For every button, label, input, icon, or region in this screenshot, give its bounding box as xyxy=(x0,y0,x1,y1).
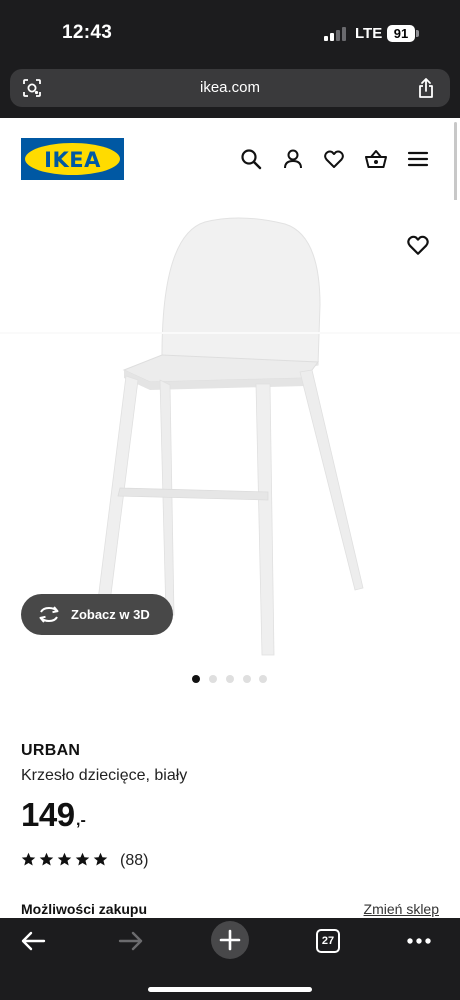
menu-icon[interactable] xyxy=(407,148,429,170)
more-dots-icon[interactable] xyxy=(406,937,432,945)
new-tab-plus-icon[interactable] xyxy=(211,921,249,959)
view-3d-button[interactable]: Zobacz w 3D xyxy=(21,594,173,635)
carousel-dot[interactable] xyxy=(226,675,234,683)
address-bar[interactable]: ikea.com xyxy=(10,69,450,107)
status-time: 12:43 xyxy=(62,22,113,43)
star-icon xyxy=(75,852,90,866)
carousel-dot[interactable] xyxy=(259,675,267,683)
review-count[interactable]: (88) xyxy=(120,852,148,870)
search-icon[interactable] xyxy=(240,148,262,170)
browser-top-chrome: 12:43 LTE 91 ikea.com xyxy=(0,0,460,118)
product-image[interactable] xyxy=(0,200,460,660)
url-text[interactable]: ikea.com xyxy=(10,79,450,96)
price-suffix: ,- xyxy=(76,812,86,829)
forward-arrow-icon[interactable] xyxy=(118,930,144,952)
product-price: 149 xyxy=(21,796,75,833)
logo-text: IKEA xyxy=(44,148,101,172)
purchase-options-title: Możliwości zakupu xyxy=(21,901,148,917)
product-name[interactable]: URBAN xyxy=(21,742,80,760)
share-icon[interactable] xyxy=(416,77,436,99)
star-icon xyxy=(93,852,108,866)
page-scrollbar[interactable] xyxy=(454,122,457,210)
star-icon xyxy=(57,852,72,866)
favourite-product-icon[interactable] xyxy=(406,233,430,257)
account-icon[interactable] xyxy=(282,148,304,170)
ikea-logo[interactable]: IKEA xyxy=(21,138,124,180)
carousel-dot[interactable] xyxy=(243,675,251,683)
back-arrow-icon[interactable] xyxy=(20,930,46,952)
browser-bottom-toolbar: 27 xyxy=(0,918,460,1000)
change-store-link[interactable]: Zmień sklep xyxy=(364,901,439,917)
battery-tip xyxy=(416,30,419,37)
basket-icon[interactable] xyxy=(365,148,387,170)
network-type: LTE xyxy=(355,25,383,42)
carousel-dot[interactable] xyxy=(192,675,200,683)
rating-stars[interactable] xyxy=(21,852,111,868)
battery-icon: 91 xyxy=(387,25,415,42)
rotate-3d-icon xyxy=(39,606,59,623)
tabs-count-button[interactable]: 27 xyxy=(316,929,340,953)
heart-icon[interactable] xyxy=(323,148,345,170)
product-description: Krzesło dziecięce, biały xyxy=(21,767,188,784)
star-icon xyxy=(21,852,36,866)
home-indicator xyxy=(148,987,312,992)
star-icon xyxy=(39,852,54,866)
view-3d-label: Zobacz w 3D xyxy=(71,607,150,622)
carousel-dot[interactable] xyxy=(209,675,217,683)
signal-strength-icon xyxy=(324,27,348,41)
image-carousel-dots[interactable] xyxy=(192,675,272,685)
